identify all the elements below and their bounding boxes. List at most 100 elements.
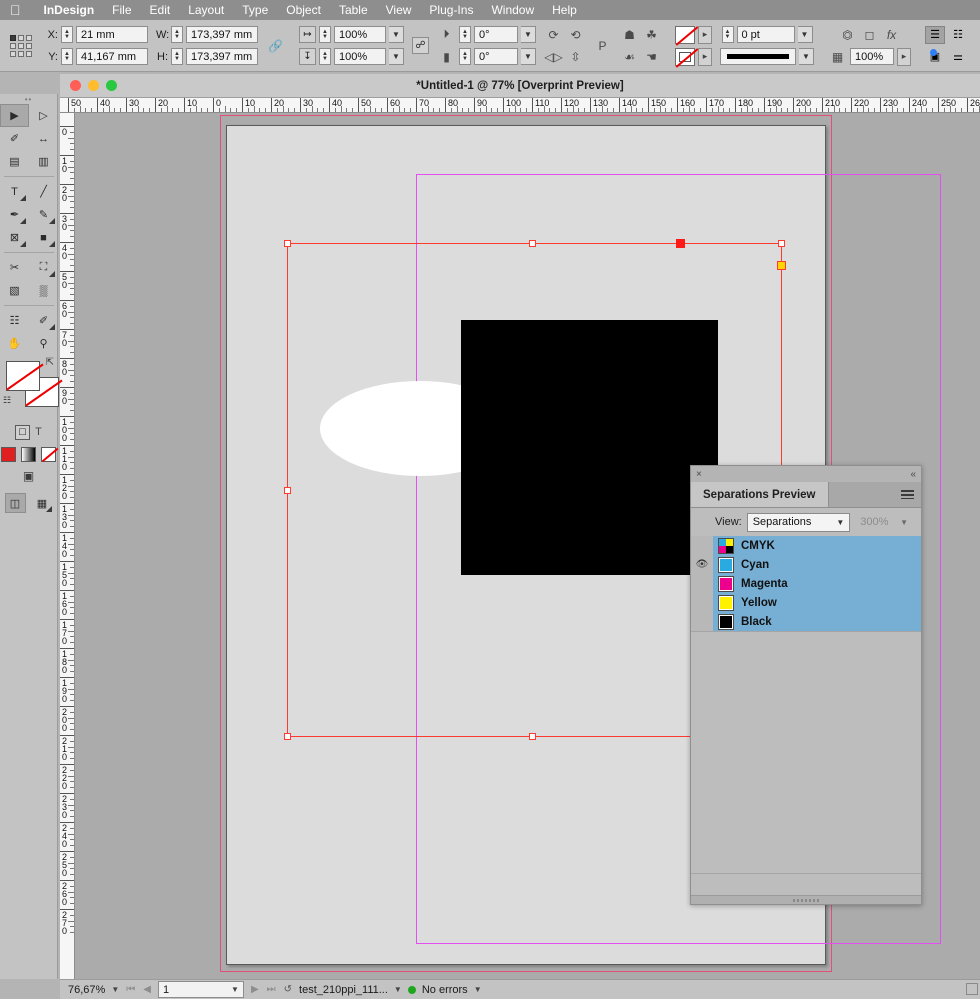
rotate-clockwise-icon[interactable]: ⟳ — [544, 25, 563, 44]
gradient-swatch-tool[interactable]: ▧ — [0, 279, 29, 302]
effects-fx-icon[interactable]: fx — [882, 25, 901, 44]
vertical-ruler[interactable]: 0 10 20 30 40 50 60 70 80 90 100 110 120 130 140 150 160… — [60, 113, 75, 979]
select-previous-object-icon[interactable]: ☗ — [620, 25, 639, 44]
constrain-proportions-toggle[interactable]: ☍ — [412, 37, 429, 54]
list-item[interactable]: CMYK — [691, 536, 921, 555]
scale-x-stepper[interactable]: ▲ ▼ — [319, 26, 331, 43]
select-next-object-icon[interactable]: ☚ — [642, 47, 661, 66]
scale-y-input[interactable]: 100% — [334, 48, 386, 65]
handle-anchor-point[interactable] — [676, 239, 685, 248]
menu-item-object[interactable]: Object — [277, 3, 330, 17]
next-page-button[interactable]: ▶ — [250, 984, 260, 995]
apply-color-button[interactable] — [1, 446, 16, 462]
y-input[interactable]: 41,167 mm — [76, 48, 148, 65]
rectangle-tool[interactable]: ■ — [29, 226, 58, 249]
menu-item-window[interactable]: Window — [482, 3, 543, 17]
text-wrap-object-shape-button[interactable]: ▣ — [925, 48, 945, 66]
menu-item-help[interactable]: Help — [543, 3, 586, 17]
type-tool[interactable]: T — [0, 180, 29, 203]
visibility-toggle[interactable] — [691, 593, 713, 612]
ink-percentage-select[interactable]: 300% ▼ — [855, 513, 913, 532]
text-wrap-jump-object-button[interactable]: ⚌ — [948, 48, 968, 66]
apply-gradient-button[interactable] — [21, 446, 36, 462]
swap-fill-stroke-icon[interactable]: ⇱ — [46, 357, 54, 368]
gradient-feather-tool[interactable]: ▒ — [29, 279, 58, 302]
visibility-toggle[interactable]: 👁 — [691, 555, 713, 574]
visibility-toggle[interactable] — [691, 612, 713, 631]
rotation-input[interactable]: 0° — [474, 26, 518, 43]
y-stepper[interactable]: ▲ ▼ — [61, 48, 73, 65]
handle-top-center[interactable] — [529, 240, 536, 247]
scale-x-input[interactable]: 100% — [334, 26, 386, 43]
handle-bottom-left[interactable] — [284, 733, 291, 740]
select-container-icon[interactable]: P — [593, 36, 612, 55]
text-wrap-none-button[interactable]: ☰ — [925, 25, 945, 44]
direct-selection-tool[interactable]: ▷ — [29, 104, 58, 127]
content-placer-tool[interactable]: ▥ — [29, 150, 58, 173]
apple-logo-icon[interactable]:  — [10, 3, 21, 17]
x-stepper[interactable]: ▲ ▼ — [61, 26, 73, 43]
zoom-dropdown-icon[interactable]: ▼ — [111, 985, 119, 994]
select-content-icon[interactable]: ☙ — [620, 47, 639, 66]
selection-tool[interactable]: ▶ — [0, 104, 29, 127]
scale-x-dropdown[interactable]: ▼ — [389, 26, 404, 43]
page-dropdown-icon[interactable]: ▼ — [231, 985, 239, 994]
horizontal-ruler[interactable]: 50 40 30 20 10 0 10 20 30 40 50 60 70 80 90 100 110 120 13… — [60, 98, 980, 113]
first-page-button[interactable]: ⏮ — [125, 984, 136, 995]
visibility-toggle[interactable] — [691, 574, 713, 593]
corner-options-widget[interactable] — [777, 261, 786, 270]
hand-tool[interactable]: ✋ — [0, 332, 29, 355]
scale-y-stepper[interactable]: ▲ ▼ — [319, 48, 331, 65]
scissors-tool[interactable]: ✂ — [0, 256, 29, 279]
w-stepper[interactable]: ▲ ▼ — [171, 26, 183, 43]
normal-view-mode-button[interactable]: ◫ — [4, 493, 26, 513]
menu-item-layout[interactable]: Layout — [179, 3, 233, 17]
constrain-size-toggle[interactable]: 🔗 — [262, 20, 289, 71]
select-container-object-icon[interactable]: ☘ — [642, 25, 661, 44]
apply-none-button[interactable] — [41, 446, 56, 462]
pencil-tool[interactable]: ✎ — [29, 203, 58, 226]
status-dropdown-icon[interactable]: ▼ — [474, 985, 482, 994]
zoom-tool[interactable]: ⚲ — [29, 332, 58, 355]
fill-color-swatch[interactable] — [675, 25, 695, 44]
formatting-affects-text[interactable]: T — [35, 426, 42, 438]
normal-view-mode-icon[interactable]: ▣ — [23, 469, 34, 483]
resize-corner[interactable] — [966, 983, 978, 995]
fill-swatch-dropdown[interactable]: ▸ — [698, 25, 712, 44]
reference-point-selector[interactable] — [10, 34, 32, 57]
text-wrap-bounding-box-button[interactable]: ☷ — [948, 26, 968, 44]
stroke-color-swatch[interactable] — [675, 47, 695, 66]
stroke-style-dropdown[interactable]: ▼ — [799, 48, 814, 65]
rotate-counterclockwise-icon[interactable]: ⟲ — [566, 25, 585, 44]
toolbox-grip[interactable]: •• — [0, 94, 57, 104]
list-item[interactable]: 👁 Cyan — [691, 555, 921, 574]
panel-menu-icon[interactable] — [894, 482, 921, 507]
x-input[interactable]: 21 mm — [76, 26, 148, 43]
handle-top-left[interactable] — [284, 240, 291, 247]
eyedropper-tool[interactable]: ✐ — [29, 309, 58, 332]
note-tool[interactable]: ☷ — [0, 309, 29, 332]
list-item[interactable]: Magenta — [691, 574, 921, 593]
rotation-dropdown[interactable]: ▼ — [521, 26, 536, 43]
handle-bottom-center[interactable] — [529, 733, 536, 740]
h-input[interactable]: 173,397 mm — [186, 48, 258, 65]
gap-tool[interactable]: ↔ — [29, 127, 58, 150]
opacity-dropdown[interactable]: ▸ — [897, 47, 911, 66]
scale-y-dropdown[interactable]: ▼ — [389, 48, 404, 65]
visibility-toggle[interactable] — [691, 536, 713, 555]
collapse-panel-icon[interactable]: « — [910, 469, 916, 480]
w-input[interactable]: 173,397 mm — [186, 26, 258, 43]
menu-item-indesign[interactable]: InDesign — [35, 3, 104, 17]
list-item[interactable]: Black — [691, 612, 921, 631]
object-frame-icon[interactable]: ◻ — [860, 25, 879, 44]
opacity-input[interactable]: 100% — [850, 48, 894, 65]
handle-top-right[interactable] — [778, 240, 785, 247]
tab-separations-preview[interactable]: Separations Preview — [691, 482, 829, 507]
preflight-icon[interactable]: ↺ — [283, 984, 293, 995]
flip-horizontal-icon[interactable]: ◁▷ — [544, 47, 563, 66]
menu-item-plugins[interactable]: Plug-Ins — [420, 3, 482, 17]
rectangle-frame-tool[interactable]: ⊠ — [0, 226, 29, 249]
line-tool[interactable]: ╱ — [29, 180, 58, 203]
close-icon[interactable]: × — [696, 469, 702, 480]
stroke-weight-input[interactable]: 0 pt — [736, 26, 795, 43]
